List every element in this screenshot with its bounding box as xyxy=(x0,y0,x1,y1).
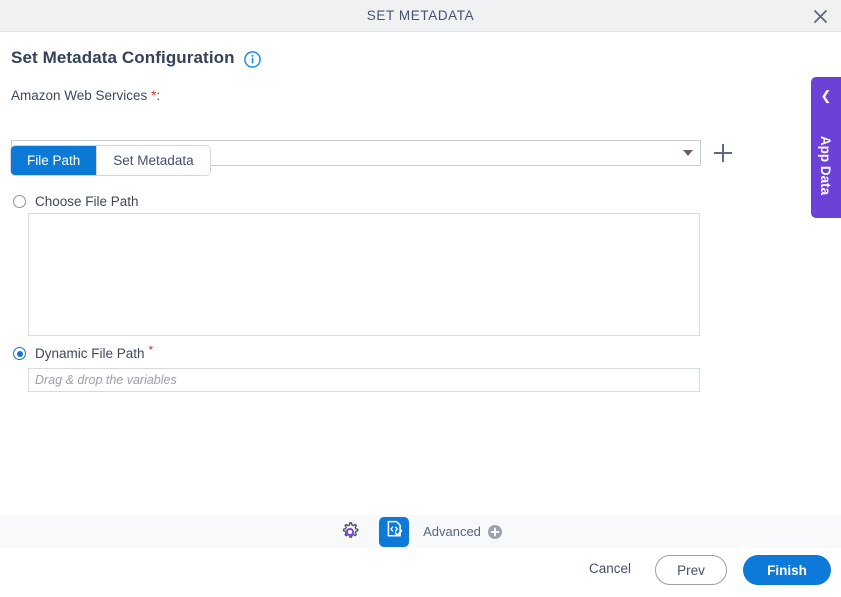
app-data-label-text: App Data xyxy=(818,135,834,195)
dialog-body: Set Metadata Configuration Amazon Web Se… xyxy=(0,32,841,515)
tab-set-metadata[interactable]: Set Metadata xyxy=(96,146,210,175)
dialog-title: SET METADATA xyxy=(366,8,475,23)
choose-file-path-label: Choose File Path xyxy=(35,194,139,209)
choose-file-path-radio[interactable] xyxy=(13,195,26,208)
add-service-button[interactable] xyxy=(714,144,732,162)
dynamic-file-path-radio[interactable] xyxy=(13,347,26,360)
info-icon[interactable] xyxy=(243,50,261,68)
dynamic-file-path-option[interactable]: Dynamic File Path * xyxy=(13,342,154,361)
tab-file-path[interactable]: File Path xyxy=(11,146,97,175)
finish-button[interactable]: Finish xyxy=(743,555,831,585)
page-title-row: Set Metadata Configuration xyxy=(11,48,261,68)
chevron-left-icon: ❮ xyxy=(820,88,832,103)
page-title: Set Metadata Configuration xyxy=(11,48,235,67)
advanced-toggle[interactable]: Advanced xyxy=(423,524,502,539)
dialog-footer: Cancel Prev Finish xyxy=(0,548,841,597)
dialog-title-bar: SET METADATA xyxy=(0,0,841,32)
close-icon xyxy=(813,9,828,24)
dynamic-file-path-label: Dynamic File Path xyxy=(35,346,145,361)
app-data-panel-toggle[interactable]: ❮ App Data xyxy=(811,77,841,218)
tab-set-metadata-label: Set Metadata xyxy=(113,153,194,168)
service-field-label: Amazon Web Services *: xyxy=(11,88,160,103)
chevron-down-icon xyxy=(683,150,693,156)
document-code-icon xyxy=(385,520,404,544)
advanced-label: Advanced xyxy=(423,524,481,539)
circle-plus-icon xyxy=(487,524,502,539)
service-label-text: Amazon Web Services xyxy=(11,88,148,103)
gear-icon[interactable] xyxy=(339,521,361,543)
tab-bar: File Path Set Metadata xyxy=(11,146,210,175)
choose-file-path-textarea[interactable] xyxy=(28,213,700,336)
close-button[interactable] xyxy=(807,4,833,28)
service-label-colon: : xyxy=(156,88,161,103)
prev-button[interactable]: Prev xyxy=(655,555,727,585)
dynamic-file-path-required-asterisk: * xyxy=(148,342,154,357)
choose-file-path-option[interactable]: Choose File Path xyxy=(13,194,139,209)
cancel-button[interactable]: Cancel xyxy=(589,561,631,576)
bottom-toolbar: Advanced xyxy=(0,515,841,548)
expression-builder-button[interactable] xyxy=(379,516,410,547)
app-data-label: App Data xyxy=(811,115,841,215)
dynamic-file-path-input[interactable] xyxy=(28,368,700,392)
tab-file-path-label: File Path xyxy=(27,153,81,168)
